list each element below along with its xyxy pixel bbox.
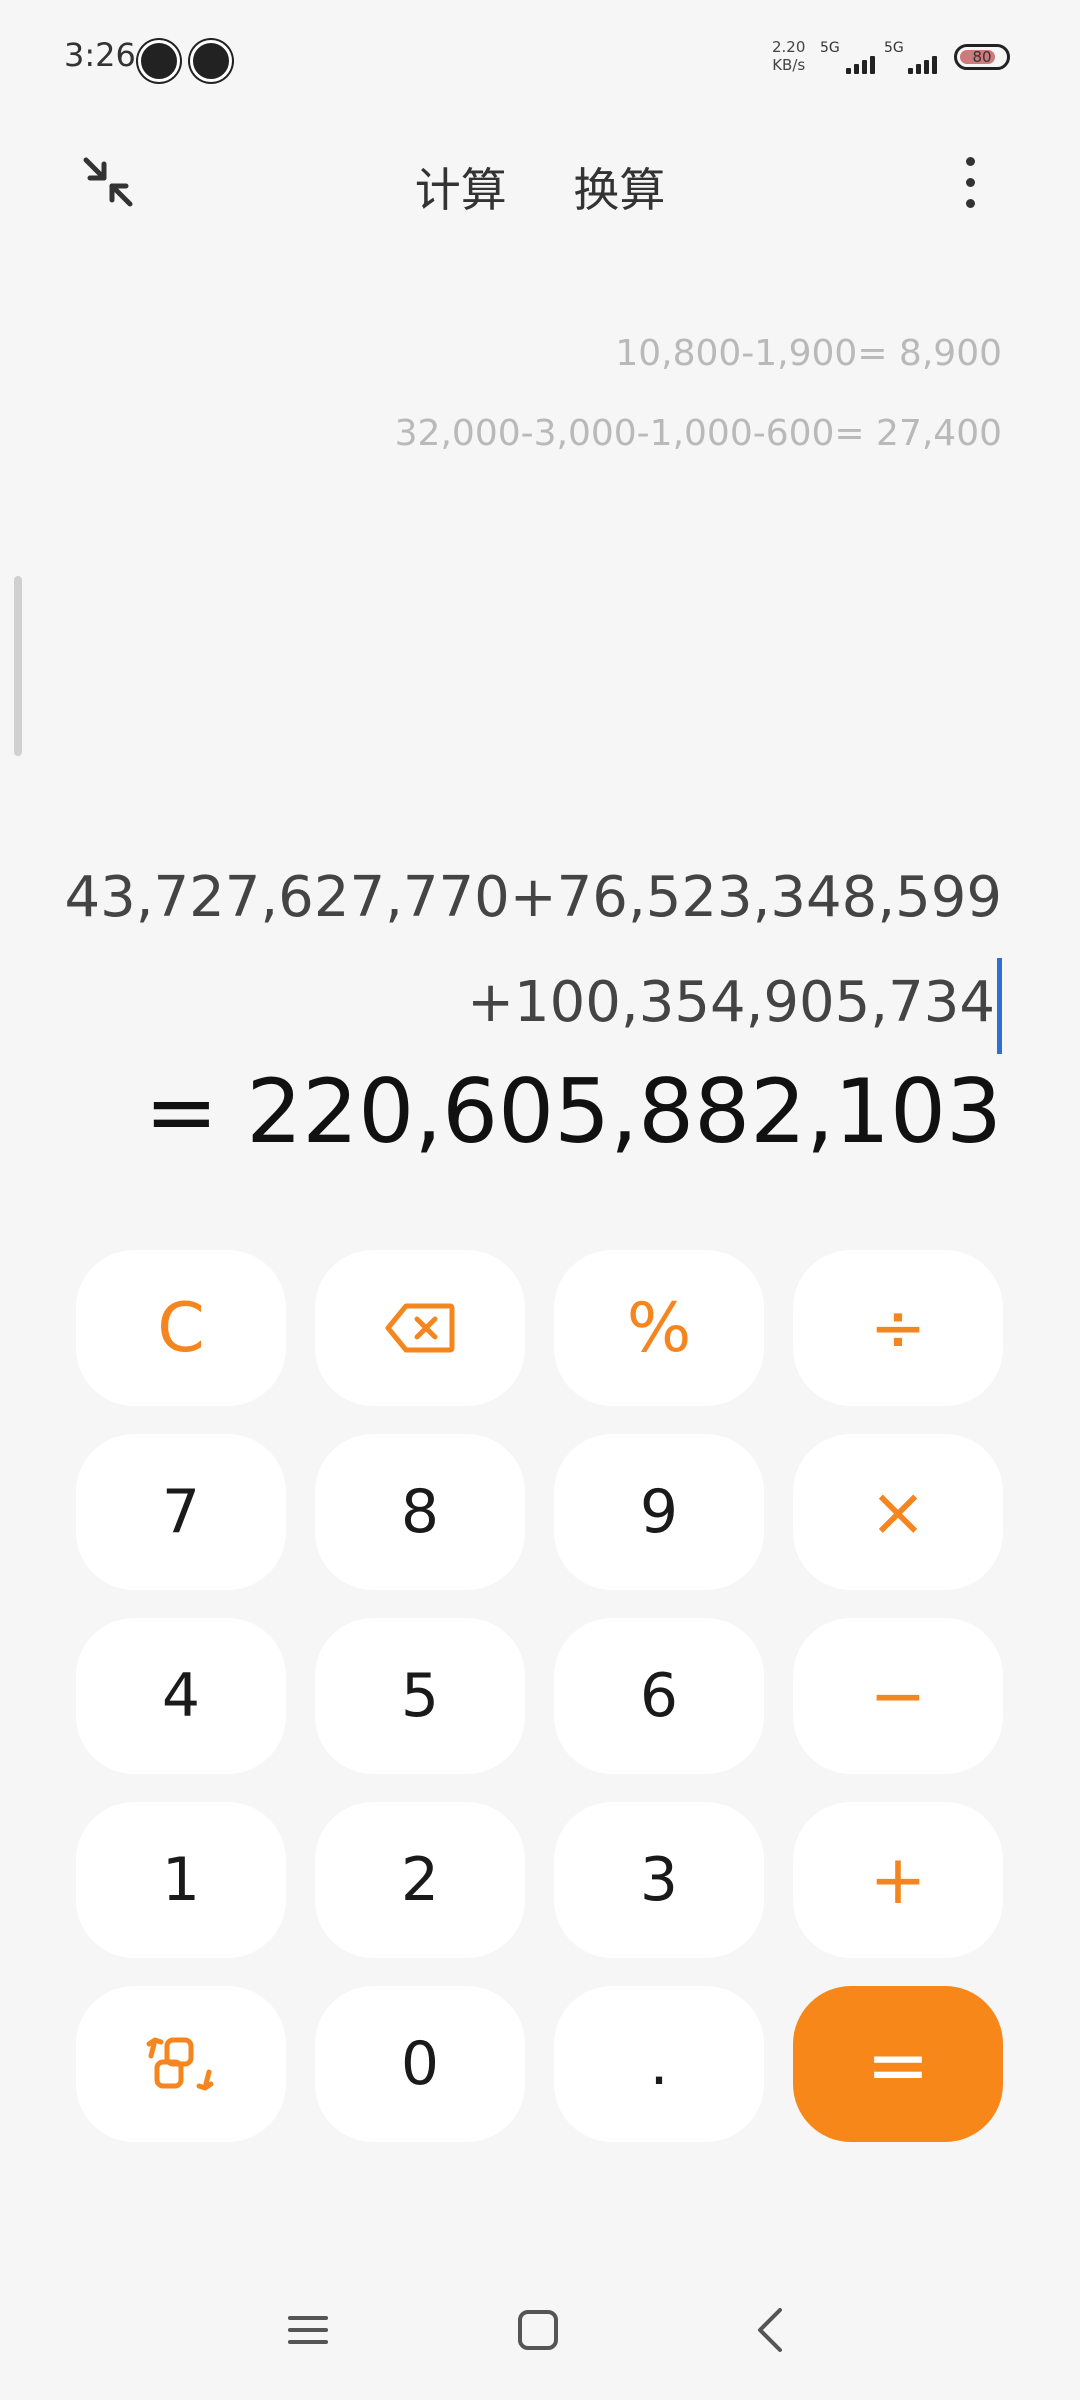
network-speed: 2.20 KB/s — [772, 38, 805, 74]
divide-button[interactable]: ÷ — [793, 1250, 1003, 1406]
digit-4-button[interactable]: 4 — [76, 1618, 286, 1774]
tab-convert[interactable]: 换算 — [573, 154, 665, 220]
signal-icon — [908, 54, 937, 74]
clear-button[interactable]: C — [76, 1250, 286, 1406]
notification-app-icon — [138, 40, 180, 82]
more-vertical-icon — [965, 156, 975, 166]
result-display: = 220,605,882,103 — [144, 1060, 1002, 1163]
back-button[interactable] — [740, 2300, 800, 2360]
network-speed-value: 2.20 — [772, 38, 806, 56]
equals-button[interactable]: = — [793, 1986, 1003, 2142]
digit-8-button[interactable]: 8 — [315, 1434, 525, 1590]
mode-tabs: 计算 换算 — [0, 154, 1080, 220]
switch-mode-icon — [146, 2037, 214, 2091]
digit-2-button[interactable]: 2 — [315, 1802, 525, 1958]
digit-3-button[interactable]: 3 — [554, 1802, 764, 1958]
backspace-button[interactable] — [315, 1250, 525, 1406]
expression-display[interactable]: 43,727,627,770+76,523,348,599 +100,354,9… — [64, 858, 1002, 1058]
menu-lines-icon — [288, 2316, 328, 2344]
digit-5-button[interactable]: 5 — [315, 1618, 525, 1774]
percent-button[interactable]: % — [554, 1250, 764, 1406]
app-header: 计算 换算 — [0, 130, 1080, 230]
backspace-icon — [385, 1303, 455, 1353]
decimal-point-button[interactable]: . — [554, 1986, 764, 2142]
digit-0-button[interactable]: 0 — [315, 1986, 525, 2142]
signal-icon — [846, 54, 875, 74]
network-type-label: 5G — [820, 40, 840, 56]
system-navigation-bar — [0, 2280, 1080, 2380]
history-entry[interactable]: 32,000-3,000-1,000-600= 27,400 — [395, 410, 1002, 490]
multiply-button[interactable]: × — [793, 1434, 1003, 1590]
notification-app-icon — [190, 40, 232, 82]
battery-icon: 80 — [954, 44, 1010, 70]
history-entry[interactable]: 10,800-1,900= 8,900 — [395, 330, 1002, 410]
tab-calculate[interactable]: 计算 — [415, 154, 507, 220]
expression-line-text: +100,354,905,734 — [467, 970, 995, 1036]
digit-7-button[interactable]: 7 — [76, 1434, 286, 1590]
digit-9-button[interactable]: 9 — [554, 1434, 764, 1590]
plus-button[interactable]: + — [793, 1802, 1003, 1958]
expression-line: 43,727,627,770+76,523,348,599 — [64, 865, 1002, 930]
keypad: C % ÷ 7 8 9 × 4 5 6 − 1 2 3 + 0 . = — [76, 1250, 1004, 2142]
back-chevron-icon — [758, 2308, 782, 2352]
status-time: 3:26 — [64, 36, 136, 74]
network-speed-unit: KB/s — [772, 56, 806, 74]
calculator-screen: 3:26 2.20 KB/s 5G 5G 80 计算 换算 10,800-1,9… — [0, 0, 1080, 2400]
battery-level: 80 — [972, 48, 992, 66]
digit-6-button[interactable]: 6 — [554, 1618, 764, 1774]
minus-button[interactable]: − — [793, 1618, 1003, 1774]
text-cursor — [997, 958, 1002, 1054]
switch-mode-button[interactable] — [76, 1986, 286, 2142]
history-drag-handle[interactable] — [14, 576, 22, 756]
home-button[interactable] — [508, 2300, 568, 2360]
status-bar: 3:26 2.20 KB/s 5G 5G 80 — [0, 0, 1080, 120]
more-options-button[interactable] — [940, 150, 1000, 214]
calculation-history: 10,800-1,900= 8,900 32,000-3,000-1,000-6… — [395, 330, 1002, 490]
digit-1-button[interactable]: 1 — [76, 1802, 286, 1958]
expression-line: +100,354,905,734 — [64, 958, 1002, 1058]
network-type-label: 5G — [884, 40, 904, 56]
home-square-icon — [518, 2310, 558, 2350]
recent-apps-button[interactable] — [278, 2300, 338, 2360]
